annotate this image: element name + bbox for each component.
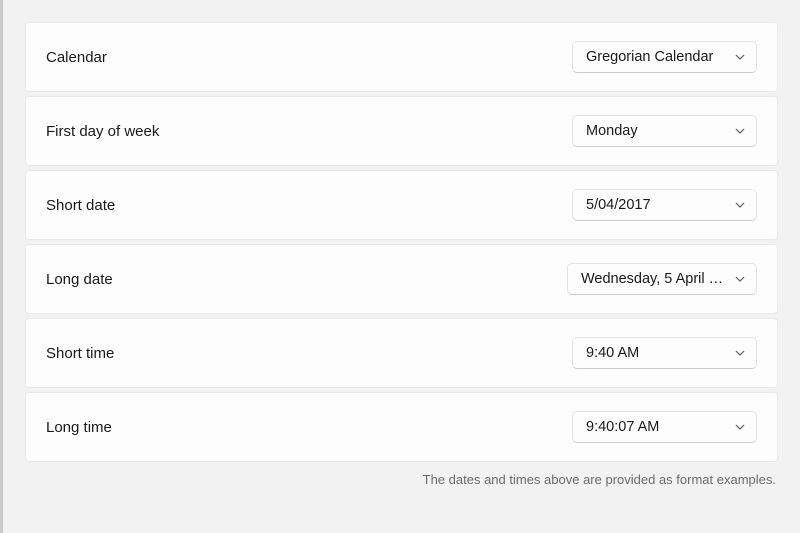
short-time-label: Short time <box>46 345 114 362</box>
calendar-dropdown[interactable]: Gregorian Calendar <box>572 41 757 73</box>
format-examples-footnote: The dates and times above are provided a… <box>3 466 800 487</box>
first-day-of-week-value: Monday <box>586 123 638 139</box>
short-time-dropdown[interactable]: 9:40 AM <box>572 337 757 369</box>
long-date-label: Long date <box>46 271 113 288</box>
calendar-row: Calendar Gregorian Calendar <box>25 22 778 92</box>
long-date-row: Long date Wednesday, 5 April 2017 <box>25 244 778 314</box>
first-day-of-week-row: First day of week Monday <box>25 96 778 166</box>
first-day-of-week-label: First day of week <box>46 123 159 140</box>
chevron-down-icon <box>734 51 746 63</box>
chevron-down-icon <box>734 347 746 359</box>
chevron-down-icon <box>734 273 746 285</box>
chevron-down-icon <box>734 125 746 137</box>
long-date-value: Wednesday, 5 April 2017 <box>581 271 726 287</box>
long-time-row: Long time 9:40:07 AM <box>25 392 778 462</box>
chevron-down-icon <box>734 421 746 433</box>
short-date-dropdown[interactable]: 5/04/2017 <box>572 189 757 221</box>
calendar-label: Calendar <box>46 49 107 66</box>
short-date-value: 5/04/2017 <box>586 197 651 213</box>
short-date-row: Short date 5/04/2017 <box>25 170 778 240</box>
chevron-down-icon <box>734 199 746 211</box>
short-date-label: Short date <box>46 197 115 214</box>
long-time-label: Long time <box>46 419 112 436</box>
short-time-row: Short time 9:40 AM <box>25 318 778 388</box>
first-day-of-week-dropdown[interactable]: Monday <box>572 115 757 147</box>
long-time-dropdown[interactable]: 9:40:07 AM <box>572 411 757 443</box>
regional-format-settings: Calendar Gregorian Calendar First day of… <box>3 0 800 462</box>
short-time-value: 9:40 AM <box>586 345 639 361</box>
long-time-value: 9:40:07 AM <box>586 419 659 435</box>
long-date-dropdown[interactable]: Wednesday, 5 April 2017 <box>567 263 757 295</box>
calendar-value: Gregorian Calendar <box>586 49 713 65</box>
